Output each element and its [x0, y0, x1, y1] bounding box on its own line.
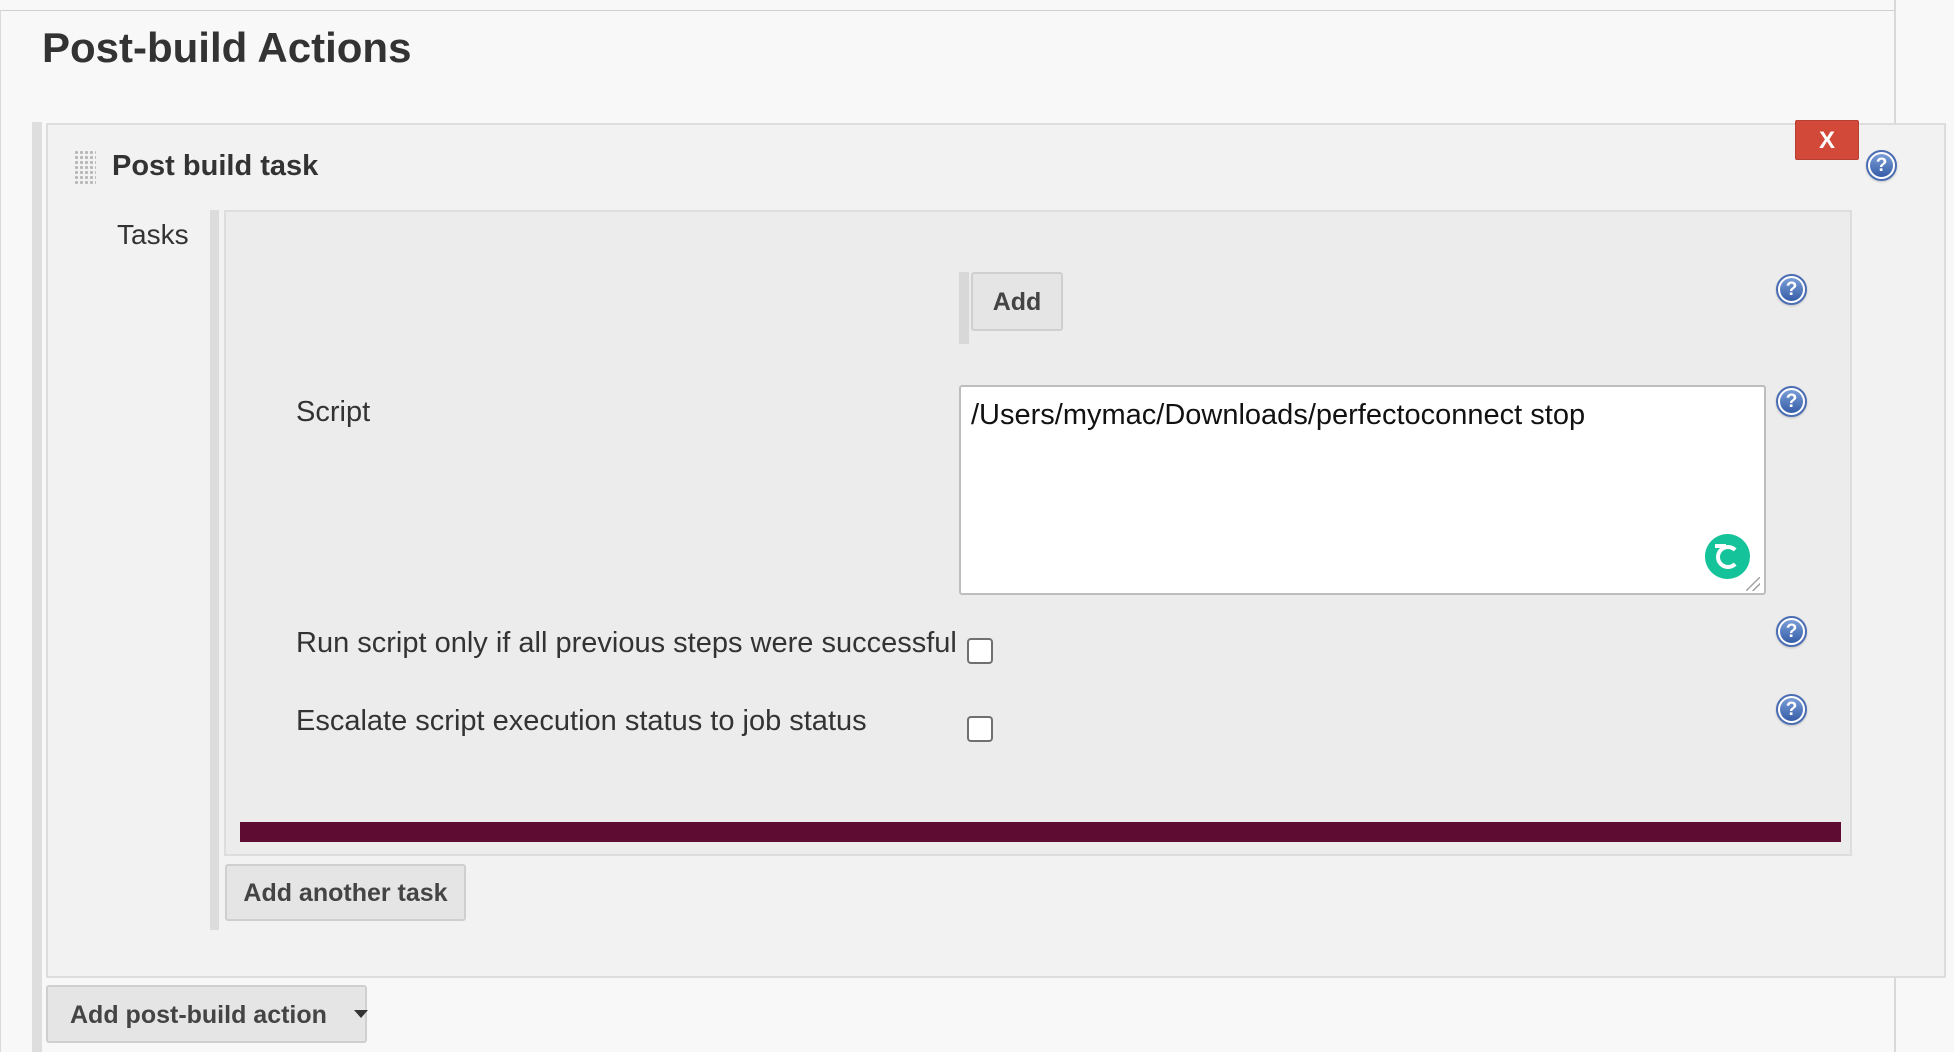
- drag-handle-icon[interactable]: [74, 150, 96, 186]
- help-icon[interactable]: ?: [1776, 694, 1807, 725]
- grammarly-icon[interactable]: [1705, 534, 1750, 579]
- section-title: Post-build Actions: [42, 24, 412, 71]
- escalate-status-label: Escalate script execution status to job …: [296, 705, 867, 737]
- post-build-actions-page: Post-build Actions Post build task X ? T…: [0, 0, 1954, 1052]
- script-textarea[interactable]: /Users/mymac/Downloads/perfectoconnect s…: [959, 385, 1766, 595]
- add-post-build-action-button[interactable]: Add post-build action: [46, 985, 368, 1043]
- tasks-label: Tasks: [117, 219, 189, 250]
- tasks-sidebar: [210, 210, 219, 930]
- top-divider: [0, 10, 1895, 11]
- chevron-down-icon: [353, 1010, 368, 1019]
- post-build-sidebar: [32, 122, 42, 1052]
- add-script-button[interactable]: Add: [971, 272, 1063, 331]
- add-button-sidebar: [959, 272, 969, 344]
- help-icon[interactable]: ?: [1776, 616, 1807, 647]
- add-another-task-button[interactable]: Add another task: [225, 864, 466, 921]
- grammarly-bar-icon: [1715, 544, 1726, 548]
- task-divider-bar: [240, 822, 1841, 842]
- textarea-resize-handle[interactable]: [1746, 577, 1760, 591]
- run-only-if-successful-label: Run script only if all previous steps we…: [296, 627, 957, 659]
- run-only-if-successful-checkbox[interactable]: [967, 638, 993, 664]
- delete-post-build-task-button[interactable]: X: [1795, 120, 1859, 160]
- help-icon[interactable]: ?: [1776, 386, 1807, 417]
- left-divider: [0, 10, 1, 1052]
- add-post-build-action-label: Add post-build action: [70, 1001, 327, 1029]
- post-build-task-title: Post build task: [112, 150, 319, 182]
- grammarly-ring-icon: [1715, 544, 1740, 569]
- help-icon[interactable]: ?: [1776, 274, 1807, 305]
- help-icon[interactable]: ?: [1866, 150, 1897, 181]
- escalate-status-checkbox[interactable]: [967, 716, 993, 742]
- script-label: Script: [296, 396, 371, 428]
